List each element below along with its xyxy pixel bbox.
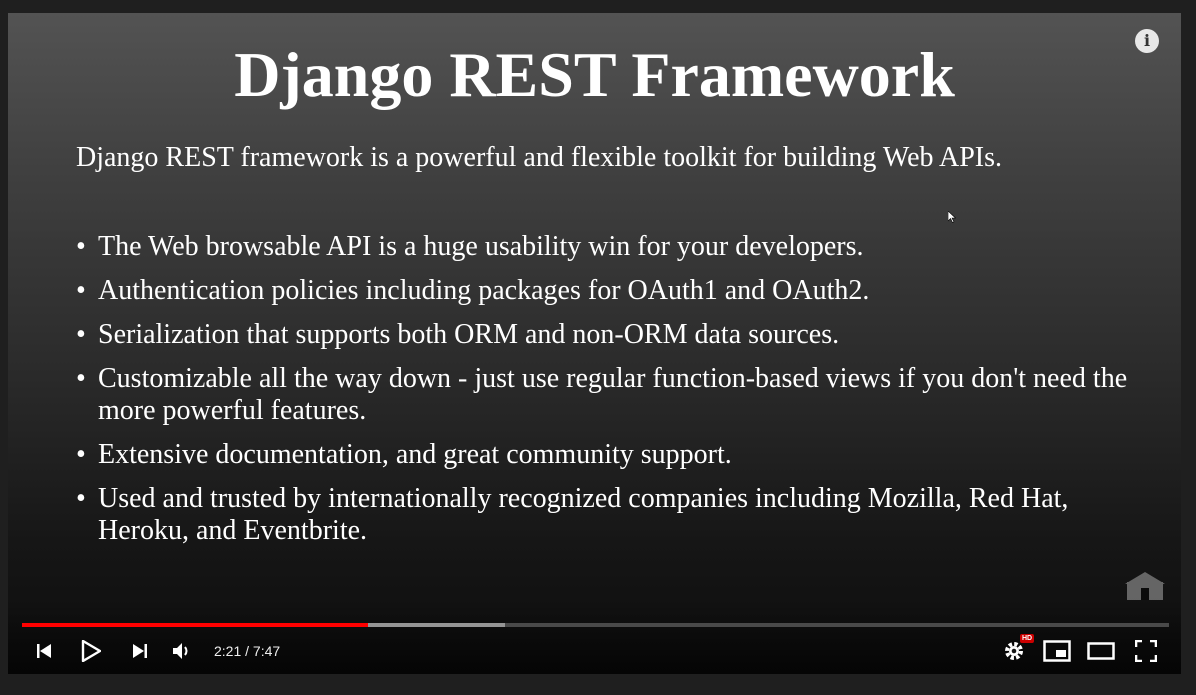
bullet-dot: • [76,231,86,262]
bullet-item: • The Web browsable API is a huge usabili… [68,231,1128,263]
screen-frame: Django REST Framework Django REST framew… [0,0,1196,695]
bullet-list: • The Web browsable API is a huge usabili… [68,231,1128,559]
player-controls: 2:21 / 7:47 HD [8,631,1181,671]
video-player[interactable]: Django REST Framework Django REST framew… [8,13,1181,674]
bullet-dot: • [76,319,86,350]
fullscreen-icon [1135,640,1157,662]
progress-bar[interactable] [22,623,1169,627]
bullet-item: • Authentication policies including packa… [68,275,1128,307]
slide-intro: Django REST framework is a powerful and … [76,142,1003,173]
bullet-text: Used and trusted by internationally reco… [98,483,1069,546]
settings-icon [1005,642,1023,660]
bullet-item: • Customizable all the way down - just us… [68,363,1128,427]
previous-button[interactable] [30,631,58,671]
bullet-dot: • [76,483,86,514]
slide-title: Django REST Framework [234,39,955,110]
bullet-text: Extensive documentation, and great commu… [98,439,732,470]
bullet-dot: • [76,439,86,470]
bullet-text: Authentication policies including packag… [98,275,870,306]
time-display: 2:21 / 7:47 [214,643,281,659]
bullet-item: • Extensive documentation, and great comm… [68,439,1128,471]
bullet-text: The Web browsable API is a huge usabilit… [98,231,864,262]
bullet-item: • Serialization that supports both ORM an… [68,319,1128,351]
next-button[interactable] [126,631,154,671]
bullet-dot: • [76,275,86,306]
bullet-text: Serialization that supports both ORM and… [98,319,840,350]
theater-mode-button[interactable] [1084,631,1118,671]
fullscreen-button[interactable] [1130,631,1162,671]
volume-button[interactable] [168,631,196,671]
play-icon [81,640,101,662]
theater-mode-icon [1087,642,1115,660]
progress-played [22,623,369,627]
hd-badge: HD [1020,634,1035,643]
bullet-text: Customizable all the way down - just use… [98,363,1128,426]
channel-watermark-icon[interactable] [1121,568,1169,604]
miniplayer-icon [1043,640,1071,662]
volume-icon [173,643,188,659]
miniplayer-button[interactable] [1040,631,1074,671]
next-icon [133,644,147,658]
previous-icon [37,644,51,658]
play-button[interactable] [76,631,106,671]
settings-button[interactable]: HD [998,631,1035,671]
bullet-dot: • [76,363,86,394]
mouse-cursor-icon [948,211,956,223]
info-icon[interactable]: i [1135,29,1159,53]
bullet-item: • Used and trusted by internationally rec… [68,483,1128,547]
